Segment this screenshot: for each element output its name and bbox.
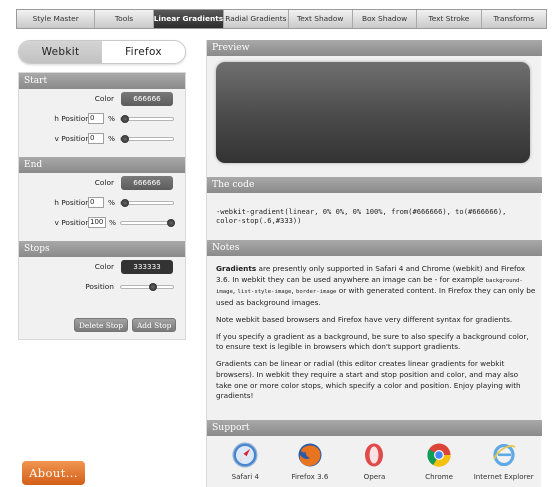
notes-text: Gradients are presently only supported i… (216, 264, 536, 408)
notes-paragraph-3: If you specify a gradient as a backgroun… (216, 331, 529, 352)
firefox-toggle-button[interactable]: Firefox (102, 41, 185, 63)
nav-radial-gradients[interactable]: Radial Gradients (224, 10, 289, 28)
stop-position-label: Position (85, 282, 114, 291)
percent-sign: % (108, 198, 116, 207)
start-v-position-row: v Position 0 % (19, 129, 185, 149)
notes-code-term: border-image (296, 289, 337, 296)
about-button[interactable]: About... (22, 461, 85, 485)
start-v-position-slider[interactable] (120, 135, 174, 143)
notes-bold-term: Gradients (216, 264, 257, 273)
start-h-position-input[interactable]: 0 (88, 113, 104, 124)
start-h-position-row: h Position 0 % (19, 109, 185, 129)
start-h-position-slider[interactable] (120, 115, 174, 123)
end-v-position-slider[interactable] (120, 219, 175, 227)
browser-ie: Internet Explorer (473, 442, 534, 482)
stop-position-slider[interactable] (120, 283, 174, 291)
firefox-icon (298, 443, 322, 467)
start-v-position-input[interactable]: 0 (88, 133, 104, 144)
slider-knob[interactable] (167, 219, 175, 227)
safari-icon (232, 442, 258, 468)
nav-box-shadow[interactable]: Box Shadow (353, 10, 418, 28)
start-color-label: Color (94, 94, 114, 103)
percent-sign: % (108, 114, 116, 123)
end-v-position-input[interactable]: 100 (88, 217, 106, 228)
browser-chrome: Chrome (410, 442, 468, 482)
end-h-position-row: h Position 0 % (19, 193, 185, 213)
nav-style-master[interactable]: Style Master (17, 10, 96, 28)
stop-buttons: Delete Stop Add Stop (74, 318, 177, 332)
start-v-position-label: v Position (54, 134, 91, 143)
start-section-title: Start (19, 73, 185, 89)
chrome-icon (427, 443, 451, 467)
end-color-swatch[interactable]: 666666 (121, 176, 173, 190)
browser-name: Firefox 3.6 (291, 472, 329, 481)
stop-color-swatch[interactable]: 333333 (121, 260, 173, 274)
slider-knob[interactable] (121, 135, 129, 143)
percent-sign: % (108, 134, 116, 143)
end-section-title: End (19, 157, 185, 173)
end-color-row: Color 666666 (19, 173, 185, 193)
browser-safari: Safari 4 (216, 442, 274, 482)
end-color-label: Color (94, 178, 114, 187)
supported-browsers: Safari 4 Firefox 3.6 Opera Chrome Intern… (207, 442, 542, 482)
support-section-title: Support (207, 420, 542, 436)
delete-stop-button[interactable]: Delete Stop (74, 318, 128, 332)
percent-sign: % (109, 218, 117, 227)
browser-firefox: Firefox 3.6 (281, 442, 339, 482)
notes-paragraph-4: Gradients can be linear or radial (this … (216, 359, 521, 401)
start-h-position-label: h Position (54, 114, 90, 123)
nav-tools[interactable]: Tools (95, 10, 154, 28)
generated-code: -webkit-gradient(linear, 0% 0%, 0% 100%,… (216, 207, 507, 225)
notes-code-term: list-style-image (237, 289, 292, 296)
start-color-swatch[interactable]: 666666 (121, 92, 173, 106)
internet-explorer-icon (492, 443, 516, 467)
top-nav: Style Master Tools Linear Gradients Radi… (16, 9, 547, 29)
notes-paragraph-2: Note webkit based browsers and Firefox h… (216, 314, 513, 324)
opera-icon (365, 443, 384, 467)
start-color-row: Color 666666 (19, 89, 185, 109)
browser-opera: Opera (345, 442, 403, 482)
notes-text-run: are presently only supported in Safari 4… (216, 264, 526, 284)
add-stop-button[interactable]: Add Stop (131, 318, 177, 332)
end-h-position-slider[interactable] (120, 199, 174, 207)
browser-name: Opera (363, 472, 386, 481)
output-panel: Preview The code -webkit-gradient(linear… (206, 40, 542, 487)
end-h-position-input[interactable]: 0 (88, 197, 104, 208)
stop-color-row: Color 333333 (19, 257, 185, 277)
notes-paragraph-1: Gradients are presently only supported i… (216, 264, 536, 308)
webkit-toggle-button[interactable]: Webkit (19, 41, 102, 63)
browser-name: Safari 4 (231, 472, 259, 481)
stop-position-row: Position (19, 277, 185, 297)
end-v-position-label: v Position (54, 218, 91, 227)
gradient-preview (216, 62, 530, 163)
browser-toggle: Webkit Firefox (18, 40, 186, 64)
notes-section-title: Notes (207, 240, 542, 256)
slider-knob[interactable] (121, 115, 129, 123)
nav-linear-gradients[interactable]: Linear Gradients (153, 10, 225, 28)
slider-knob[interactable] (121, 199, 129, 207)
end-v-position-row: v Position 100 % (19, 213, 185, 233)
nav-text-shadow[interactable]: Text Shadow (289, 10, 353, 28)
nav-text-stroke[interactable]: Text Stroke (417, 10, 482, 28)
stops-section-title: Stops (19, 241, 185, 257)
code-section-title: The code (207, 177, 542, 193)
preview-section-title: Preview (207, 40, 542, 56)
end-h-position-label: h Position (54, 198, 90, 207)
nav-transforms[interactable]: Transforms (482, 10, 546, 28)
browser-name: Chrome (425, 472, 453, 481)
slider-knob[interactable] (148, 283, 157, 291)
browser-name: Internet Explorer (473, 472, 534, 481)
gradient-controls-panel: Start Color 666666 h Position 0 % v Posi… (18, 72, 186, 340)
stop-color-label: Color (94, 262, 114, 271)
